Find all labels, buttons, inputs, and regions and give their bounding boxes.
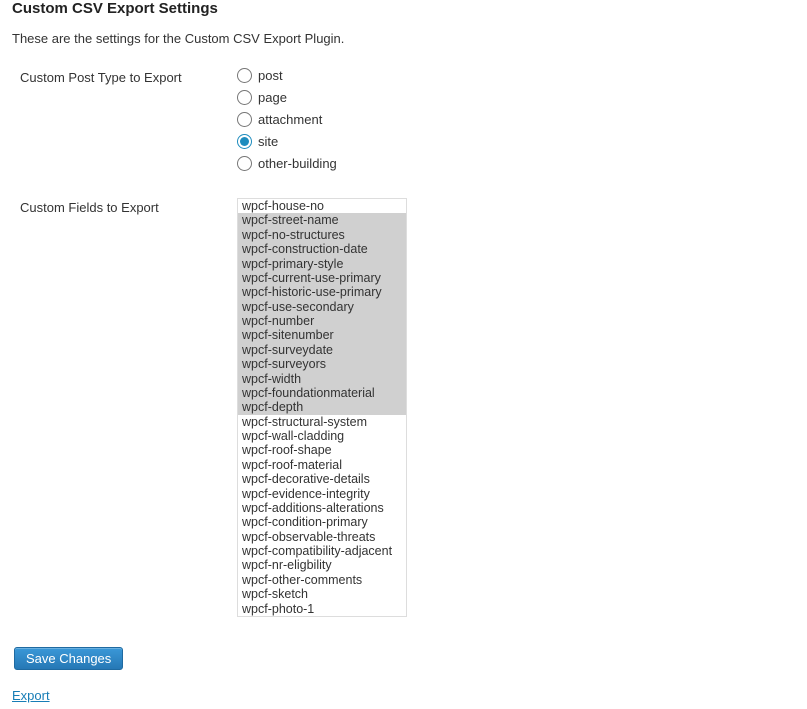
custom-field-option[interactable]: wpcf-additions-alterations — [238, 501, 406, 515]
custom-field-option[interactable]: wpcf-current-use-primary — [238, 271, 406, 285]
custom-field-option[interactable]: wpcf-street-name — [238, 213, 406, 227]
custom-field-option[interactable]: wpcf-construction-date — [238, 242, 406, 256]
custom-field-option[interactable]: wpcf-decorative-details — [238, 472, 406, 486]
custom-field-option[interactable]: wpcf-no-structures — [238, 228, 406, 242]
custom-field-option[interactable]: wpcf-number — [238, 314, 406, 328]
custom-fields-label: Custom Fields to Export — [12, 194, 237, 633]
custom-field-option[interactable]: wpcf-width — [238, 372, 406, 386]
page-title: Custom CSV Export Settings — [12, 0, 795, 17]
export-link[interactable]: Export — [12, 688, 50, 703]
description-text: These are the settings for the Custom CS… — [12, 31, 795, 46]
custom-field-option[interactable]: wpcf-compatibility-adjacent — [238, 544, 406, 558]
post-type-label: Custom Post Type to Export — [12, 64, 237, 194]
custom-field-option[interactable]: wpcf-sketch — [238, 587, 406, 601]
custom-field-option[interactable]: wpcf-foundationmaterial — [238, 386, 406, 400]
custom-field-option[interactable]: wpcf-observable-threats — [238, 530, 406, 544]
post-type-radio[interactable] — [237, 156, 252, 171]
post-type-option-label: post — [258, 68, 283, 83]
post-type-option-label: site — [258, 134, 278, 149]
custom-field-option[interactable]: wpcf-other-comments — [238, 573, 406, 587]
custom-field-option[interactable]: wpcf-surveydate — [238, 343, 406, 357]
post-type-option[interactable]: other-building — [237, 156, 795, 171]
custom-field-option[interactable]: wpcf-depth — [238, 400, 406, 414]
custom-field-option[interactable]: wpcf-surveyors — [238, 357, 406, 371]
post-type-option[interactable]: post — [237, 68, 795, 83]
custom-field-option[interactable]: wpcf-historic-use-primary — [238, 285, 406, 299]
custom-field-option[interactable]: wpcf-wall-cladding — [238, 429, 406, 443]
post-type-option-label: attachment — [258, 112, 322, 127]
custom-field-option[interactable]: wpcf-sitenumber — [238, 328, 406, 342]
custom-field-option[interactable]: wpcf-roof-shape — [238, 443, 406, 457]
post-type-radio[interactable] — [237, 68, 252, 83]
post-type-radio[interactable] — [237, 112, 252, 127]
custom-field-option[interactable]: wpcf-nr-eligbility — [238, 558, 406, 572]
post-type-option[interactable]: site — [237, 134, 795, 149]
custom-field-option[interactable]: wpcf-evidence-integrity — [238, 487, 406, 501]
custom-field-option[interactable]: wpcf-roof-material — [238, 458, 406, 472]
post-type-option-label: other-building — [258, 156, 337, 171]
custom-field-option[interactable]: wpcf-use-secondary — [238, 300, 406, 314]
post-type-radio-group: post page attachment site other-building — [237, 68, 795, 171]
custom-field-option[interactable]: wpcf-primary-style — [238, 257, 406, 271]
custom-field-option[interactable]: wpcf-photo-1 — [238, 602, 406, 616]
custom-field-option[interactable]: wpcf-structural-system — [238, 415, 406, 429]
save-button[interactable]: Save Changes — [14, 647, 123, 670]
post-type-option-label: page — [258, 90, 287, 105]
post-type-option[interactable]: page — [237, 90, 795, 105]
custom-fields-select[interactable]: wpcf-house-nowpcf-street-namewpcf-no-str… — [237, 198, 407, 617]
post-type-option[interactable]: attachment — [237, 112, 795, 127]
post-type-radio[interactable] — [237, 90, 252, 105]
custom-field-option[interactable]: wpcf-condition-primary — [238, 515, 406, 529]
post-type-radio[interactable] — [237, 134, 252, 149]
custom-field-option[interactable]: wpcf-house-no — [238, 199, 406, 213]
